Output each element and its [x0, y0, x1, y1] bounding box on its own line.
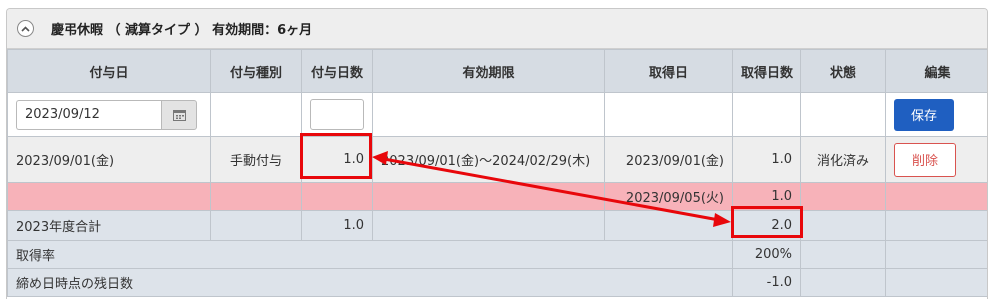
- grant-date-cell: 2023/09/01(金): [7, 136, 211, 183]
- delete-button[interactable]: 削除: [894, 142, 956, 177]
- col-validity: 有効期限: [372, 49, 605, 93]
- total-label: 2023年度合計: [7, 210, 211, 241]
- input-row: 保存: [7, 92, 987, 137]
- input-days-cell: [301, 92, 373, 137]
- calendar-button[interactable]: [161, 99, 197, 130]
- validity-cell: 2023/09/01(金)～2024/02/29(木): [372, 136, 605, 183]
- remaining-value: -1.0: [732, 268, 801, 297]
- input-acquired-date-cell: [604, 92, 733, 137]
- col-acquired-days: 取得日数: [732, 49, 801, 93]
- input-acquired-days-cell: [732, 92, 801, 137]
- remaining-row: 締め日時点の残日数 -1.0: [7, 268, 987, 297]
- highlight-total-acquired: [731, 206, 803, 238]
- usage-acquired-date-cell: 2023/09/05(火): [604, 182, 733, 211]
- input-validity-cell: [372, 92, 605, 137]
- panel-header: 慶弔休暇 （ 減算タイプ ） 有効期間：6ヶ月: [7, 9, 987, 49]
- acquired-days-cell: 1.0: [732, 136, 801, 183]
- grant-row: 2023/09/01(金) 手動付与 1.0 2023/09/01(金)～202…: [7, 136, 987, 183]
- grant-type-cell: 手動付与: [210, 136, 302, 183]
- calendar-icon: [172, 109, 186, 121]
- leave-table: 付与日 付与種別 付与日数 有効期限 取得日 取得日数 状態 編集 2023/0…: [7, 49, 987, 297]
- col-status: 状態: [800, 49, 886, 93]
- date-picker: [16, 99, 202, 130]
- rate-label: 取得率: [7, 240, 733, 269]
- header-row: 付与日 付与種別 付与日数 有効期限 取得日 取得日数 状態 編集: [7, 49, 987, 93]
- collapse-button[interactable]: [17, 20, 34, 37]
- chevron-up-icon: [21, 25, 30, 32]
- usage-row: 2023/09/05(火) 1.0: [7, 182, 987, 211]
- leave-panel: 慶弔休暇 （ 減算タイプ ） 有効期間：6ヶ月 付与日 付与種別 付与日数 有効…: [6, 8, 988, 299]
- highlight-grant-days: [300, 133, 372, 179]
- grant-date-input[interactable]: [16, 99, 161, 130]
- input-type-cell: [210, 92, 302, 137]
- panel-title: 慶弔休暇 （ 減算タイプ ） 有効期間：6ヶ月: [51, 23, 313, 38]
- col-edit: 編集: [885, 49, 987, 93]
- delete-cell: 削除: [885, 136, 987, 183]
- total-row: 2023年度合計 1.0 2.0: [7, 210, 987, 241]
- col-grant-type: 付与種別: [210, 49, 302, 93]
- remaining-label: 締め日時点の残日数: [7, 268, 733, 297]
- input-edit-cell: 保存: [885, 92, 987, 137]
- date-cell: [7, 92, 211, 137]
- status-cell: 消化済み: [800, 136, 886, 183]
- total-grant-days: 1.0: [301, 210, 373, 241]
- col-grant-date: 付与日: [7, 49, 211, 93]
- acquired-date-cell: 2023/09/01(金): [604, 136, 733, 183]
- save-button[interactable]: 保存: [894, 98, 954, 131]
- grant-days-input[interactable]: [310, 99, 364, 130]
- rate-row: 取得率 200%: [7, 240, 987, 269]
- col-grant-days: 付与日数: [301, 49, 373, 93]
- col-acquired-date: 取得日: [604, 49, 733, 93]
- input-status-cell: [800, 92, 886, 137]
- rate-value: 200%: [732, 240, 801, 269]
